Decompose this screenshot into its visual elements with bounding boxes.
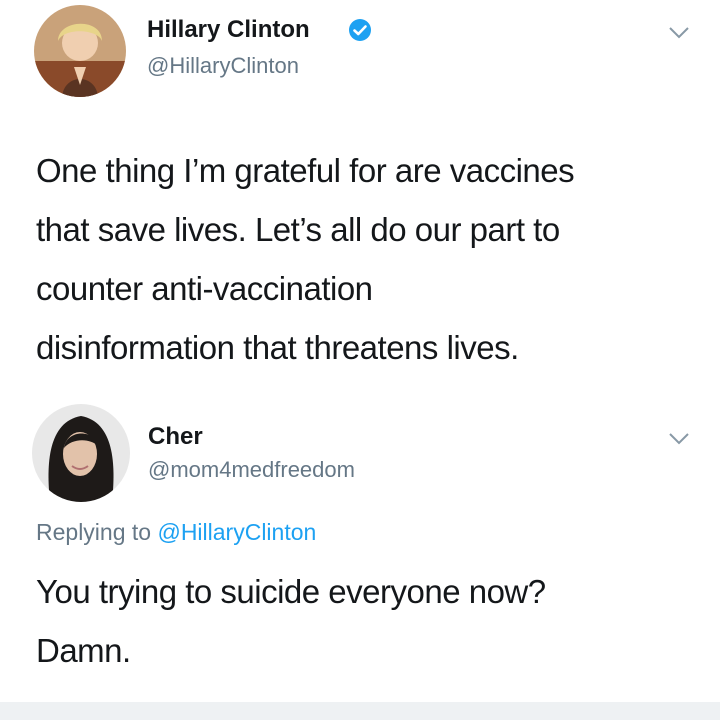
tweet-text-line: that save lives. Let’s all do our part t…: [36, 211, 560, 248]
avatar-hillary-clinton[interactable]: [34, 5, 126, 97]
replying-to-mention[interactable]: @HillaryClinton: [157, 519, 316, 545]
reply-text-line: Damn.: [36, 632, 131, 669]
author-name[interactable]: Hillary Clinton: [147, 16, 310, 44]
author-handle[interactable]: @mom4medfreedom: [148, 457, 355, 483]
author-name[interactable]: Cher: [148, 423, 203, 451]
tweet-text: One thing I’m grateful for are vaccines …: [36, 141, 696, 377]
bottom-divider: [0, 702, 720, 720]
tweet-text-line: disinformation that threatens lives.: [36, 329, 519, 366]
avatar-image: [34, 5, 126, 97]
author-handle[interactable]: @HillaryClinton: [147, 53, 299, 79]
chevron-down-icon[interactable]: [668, 26, 690, 40]
chevron-down-icon[interactable]: [668, 432, 690, 446]
tweet-text-line: One thing I’m grateful for are vaccines: [36, 152, 575, 189]
verified-badge-icon: [348, 18, 372, 42]
replying-to-label: Replying to: [36, 519, 152, 545]
avatar-image: [32, 404, 130, 502]
reply-text-line: You trying to suicide everyone now?: [36, 573, 546, 610]
reply-text: You trying to suicide everyone now? Damn…: [36, 562, 696, 680]
tweet-text-line: counter anti-vaccination: [36, 270, 373, 307]
original-tweet: Hillary Clinton @HillaryClinton One thin…: [0, 0, 720, 400]
avatar-cher[interactable]: [32, 404, 130, 502]
replying-to-line: Replying to @HillaryClinton: [36, 517, 316, 547]
